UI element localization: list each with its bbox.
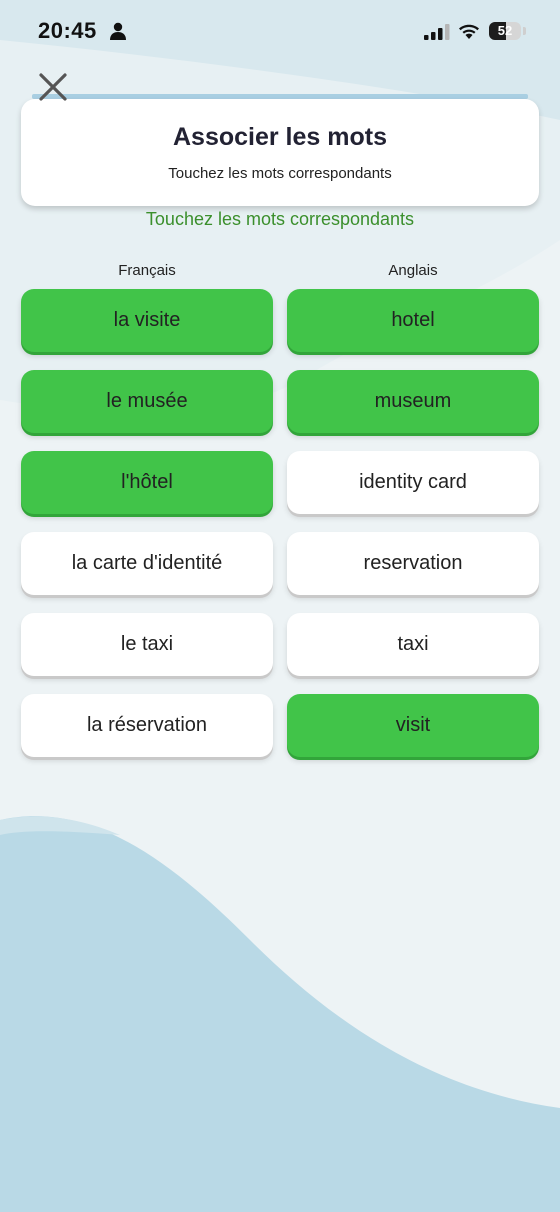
word-tile-english[interactable]: identity card — [287, 451, 539, 514]
header-card: Associer les mots Touchez les mots corre… — [21, 99, 539, 206]
cellular-signal-icon — [424, 24, 450, 40]
column-heading-english: Anglais — [388, 262, 438, 279]
word-tile-french[interactable]: la carte d'identité — [21, 532, 273, 595]
battery-percent: 52 — [497, 23, 513, 38]
word-tile-french[interactable]: l'hôtel — [21, 451, 273, 514]
word-tile-french[interactable]: le musée — [21, 370, 273, 433]
close-icon[interactable] — [36, 72, 70, 102]
status-time: 20:45 — [38, 18, 97, 43]
word-tile-french[interactable]: le taxi — [21, 613, 273, 676]
instruction-text: Touchez les mots correspondants — [145, 209, 415, 229]
word-tile-english[interactable]: taxi — [287, 613, 539, 676]
word-tile-english[interactable]: hotel — [287, 289, 539, 352]
word-tile-english[interactable]: reservation — [287, 532, 539, 595]
word-tile-french[interactable]: la réservation — [21, 694, 273, 757]
word-tile-english[interactable]: visit — [287, 694, 539, 757]
column-heading-french: Français — [118, 262, 176, 279]
word-tile-english[interactable]: museum — [287, 370, 539, 433]
battery-cap — [523, 27, 526, 35]
page-title: Associer les mots — [173, 123, 387, 151]
page-subtitle: Touchez les mots correspondants — [168, 165, 392, 182]
person-icon — [110, 22, 126, 40]
word-tile-french[interactable]: la visite — [21, 289, 273, 352]
battery-icon: 52 — [489, 22, 521, 40]
status-bar: 20:45 52 — [0, 0, 560, 64]
wifi-icon — [459, 24, 479, 39]
